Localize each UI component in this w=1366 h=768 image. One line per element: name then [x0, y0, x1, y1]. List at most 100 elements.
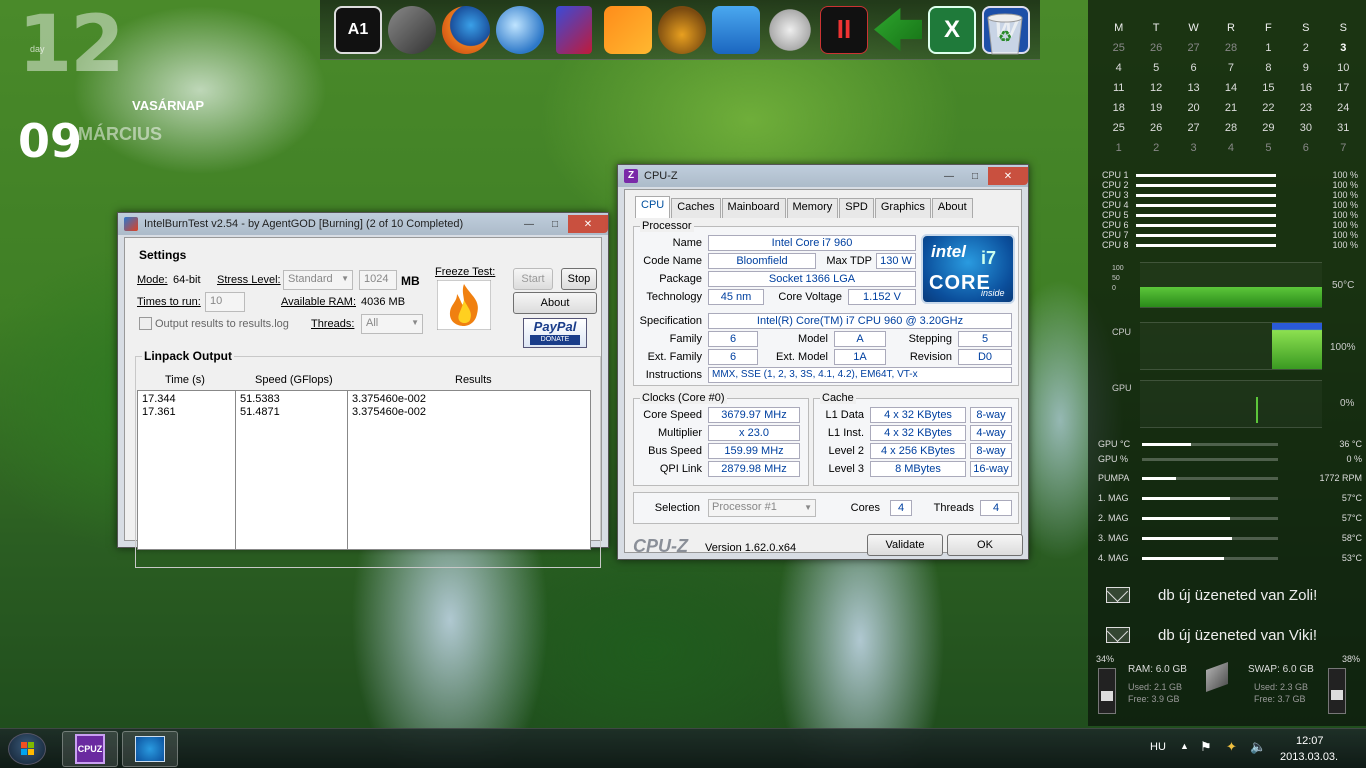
- book-icon[interactable]: [556, 5, 592, 54]
- clocks-panel: Clocks (Core #0) Core Speed 3679.97 MHz …: [633, 392, 809, 486]
- tool-icon[interactable]: [388, 5, 436, 54]
- temp-scale-bottom: 0: [1112, 285, 1116, 292]
- cpu-meter-bar: [1136, 223, 1276, 227]
- tray-time[interactable]: 12:07: [1296, 735, 1324, 747]
- revision-label: Revision: [909, 351, 952, 363]
- validate-button[interactable]: Validate: [867, 534, 943, 556]
- chevron-down-icon: ▼: [411, 318, 419, 327]
- sensor-track: [1142, 496, 1278, 500]
- cpu-meter-label: CPU 4: [1102, 200, 1129, 210]
- language-indicator[interactable]: HU: [1150, 741, 1166, 753]
- table-cell: 51.4871: [240, 406, 280, 418]
- threads-select[interactable]: All ▼: [361, 314, 423, 334]
- sensor-row: 2. MAG 57°C: [1098, 508, 1362, 528]
- column-header-speed: Speed (GFlops): [255, 374, 333, 386]
- available-ram-value: 4036 MB: [361, 296, 406, 308]
- blocks-icon[interactable]: [604, 5, 652, 54]
- linpack-results-table[interactable]: 17.344 51.5383 3.375460e-002 17.361 51.4…: [137, 390, 591, 550]
- minimize-icon[interactable]: —: [516, 215, 542, 233]
- cpuz-titlebar[interactable]: Z CPU-Z — □ ✕: [618, 165, 1028, 187]
- excel-icon[interactable]: X: [928, 5, 976, 54]
- mode-value: 64-bit: [173, 274, 201, 286]
- cpu-meter-value: 100 %: [1332, 220, 1358, 230]
- processor-select[interactable]: Processor #1 ▼: [708, 499, 816, 517]
- show-hidden-icons[interactable]: ▲: [1180, 741, 1189, 751]
- gamepad-icon[interactable]: [766, 5, 814, 54]
- maximize-icon[interactable]: □: [962, 167, 988, 185]
- start-button[interactable]: [8, 733, 46, 765]
- calendar-day: 10: [1337, 62, 1350, 74]
- qpi-link-label: QPI Link: [659, 463, 702, 475]
- close-icon[interactable]: ✕: [988, 167, 1028, 185]
- blackops-icon[interactable]: II: [820, 5, 868, 54]
- output-results-checkbox[interactable]: [139, 317, 152, 330]
- about-button[interactable]: About: [513, 292, 597, 314]
- cpuz-brand: CPU-Z: [633, 536, 688, 556]
- paypal-donate-button[interactable]: PayPal DONATE: [523, 318, 587, 348]
- recycle-bin-icon[interactable]: ♻: [982, 8, 1028, 56]
- taskbar-cpuz-button[interactable]: CPUZ: [62, 731, 118, 767]
- ibt-titlebar[interactable]: IntelBurnTest v2.54 - by AgentGOD [Burni…: [118, 213, 608, 235]
- firefox-icon[interactable]: [442, 5, 490, 54]
- mb-unit: MB: [401, 274, 420, 288]
- ok-button[interactable]: OK: [947, 534, 1023, 556]
- tab-spd[interactable]: SPD: [839, 198, 874, 218]
- maximize-icon[interactable]: □: [542, 215, 568, 233]
- finder-icon[interactable]: [712, 5, 760, 54]
- app-dock: A1 II X W: [320, 0, 1040, 60]
- specification-label: Specification: [639, 315, 702, 327]
- tab-caches[interactable]: Caches: [671, 198, 721, 218]
- cpu-graph-value: 100%: [1330, 342, 1356, 353]
- network-icon[interactable]: ✦: [1226, 739, 1237, 755]
- ibt-client: Settings Mode: 64-bit Stress Level: Stan…: [124, 237, 602, 568]
- tab-cpu[interactable]: CPU: [635, 196, 671, 218]
- calendar-day: 24: [1337, 102, 1350, 114]
- ram-label: RAM: 6.0 GB: [1128, 664, 1187, 675]
- codename-value: Bloomfield: [708, 253, 816, 269]
- l1-inst-way: 4-way: [970, 425, 1012, 441]
- sensor-label: GPU %: [1098, 454, 1129, 464]
- cpu-meter-value: 100 %: [1332, 180, 1358, 190]
- flame-icon[interactable]: [437, 280, 491, 330]
- cpu-meter-label: CPU 8: [1102, 240, 1129, 250]
- stress-level-select[interactable]: Standard ▼: [283, 270, 353, 290]
- stress-level-label: Stress Level:: [217, 274, 281, 286]
- ram-free: Free: 3.9 GB: [1128, 694, 1180, 704]
- tab-graphics[interactable]: Graphics: [874, 198, 931, 218]
- cpu-meter-value: 100 %: [1332, 210, 1358, 220]
- globe-icon[interactable]: [496, 5, 544, 54]
- cpu-meter-label: CPU 5: [1102, 210, 1129, 220]
- level2-value: 4 x 256 KBytes: [870, 443, 966, 459]
- minimize-icon[interactable]: —: [936, 167, 962, 185]
- tab-about[interactable]: About: [931, 198, 973, 218]
- swap-label: SWAP: 6.0 GB: [1248, 664, 1314, 675]
- stop-button[interactable]: Stop: [561, 268, 597, 290]
- tab-mainboard[interactable]: Mainboard: [721, 198, 786, 218]
- fruit-icon[interactable]: [658, 5, 706, 54]
- volume-icon[interactable]: 🔈: [1250, 739, 1266, 755]
- a1-icon[interactable]: A1: [334, 5, 382, 54]
- message-notification[interactable]: db új üzeneted van Viki!: [1106, 624, 1356, 646]
- intelburntest-window: IntelBurnTest v2.54 - by AgentGOD [Burni…: [117, 212, 609, 568]
- tab-memory[interactable]: Memory: [786, 198, 839, 218]
- cpu-meter-bar: [1136, 233, 1276, 237]
- calendar-day: 17: [1337, 82, 1350, 94]
- mode-label: Mode:: [137, 274, 168, 286]
- start-button[interactable]: Start: [513, 268, 553, 290]
- action-center-flag-icon[interactable]: ⚑: [1200, 739, 1212, 755]
- cpu-graph: [1140, 322, 1322, 370]
- close-icon[interactable]: ✕: [568, 215, 608, 233]
- mb-input[interactable]: 1024: [359, 270, 397, 290]
- tray-date[interactable]: 2013.03.03.: [1280, 751, 1338, 763]
- calendar-day: 9: [1302, 62, 1309, 74]
- times-to-run-input[interactable]: 10: [205, 292, 245, 312]
- arrow-icon[interactable]: [874, 7, 922, 52]
- calendar-day: 7: [1227, 62, 1235, 74]
- calendar-day: 21: [1224, 102, 1238, 114]
- swap-meter-level: [1331, 689, 1343, 700]
- taskbar-intelburntest-button[interactable]: [122, 731, 178, 767]
- calendar-day: 5: [1265, 142, 1272, 154]
- message-notification[interactable]: db új üzeneted van Zoli!: [1106, 584, 1356, 606]
- gpu-graph-spike: [1256, 397, 1258, 423]
- sensor-fill: [1142, 536, 1232, 540]
